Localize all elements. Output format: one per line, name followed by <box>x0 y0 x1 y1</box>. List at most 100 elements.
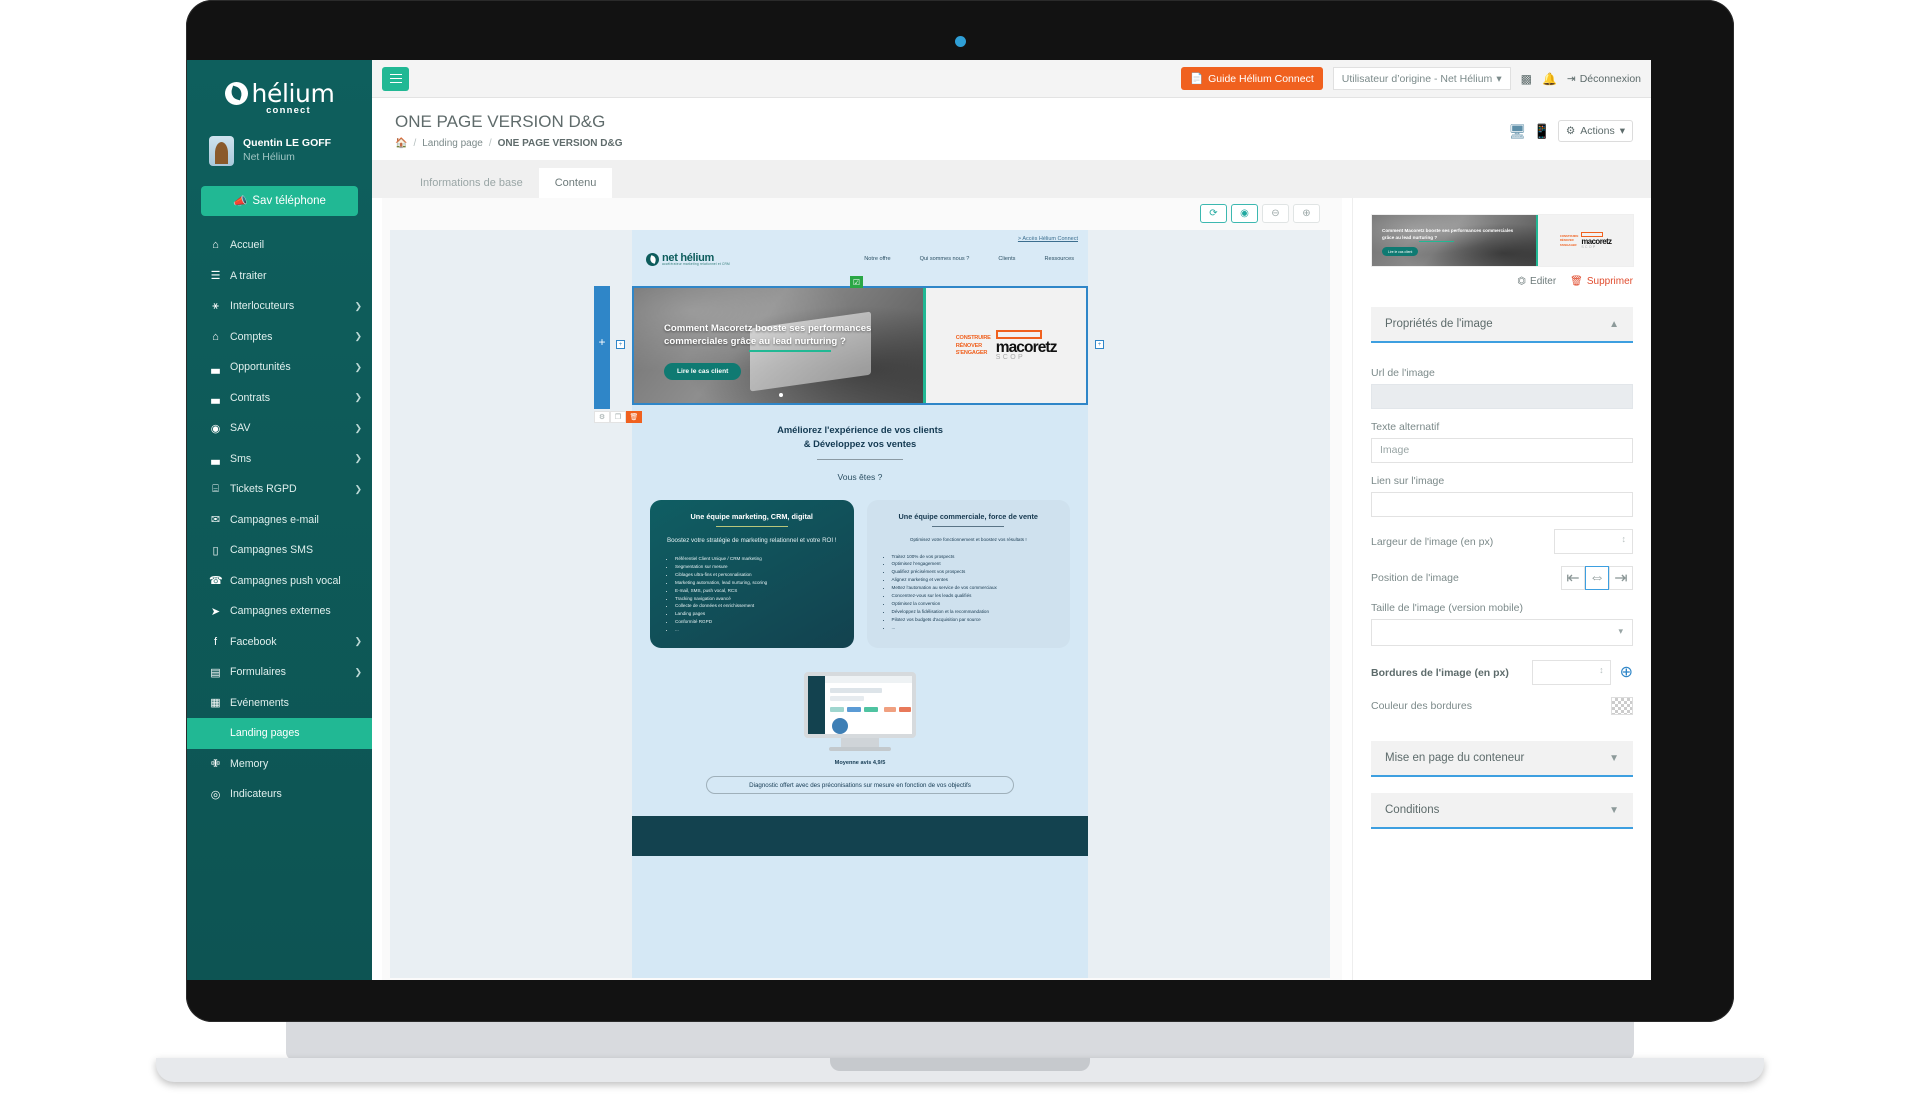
url-input[interactable] <box>1371 384 1633 409</box>
sidebar-item-a-traiter[interactable]: ☰ A traiter <box>187 261 372 292</box>
align-right-button[interactable]: ⇥ <box>1609 566 1633 590</box>
sidebar-item-indicateurs[interactable]: ◎ Indicateurs <box>187 779 372 810</box>
image-thumbnail[interactable]: Comment Macoretz booste ses performances… <box>1371 214 1634 267</box>
sidebar-item-accueil[interactable]: ⌂ Accueil <box>187 230 372 261</box>
desktop-preview-icon[interactable]: 🖥 <box>1509 123 1527 140</box>
breadcrumb-separator: / <box>413 138 417 149</box>
caret-down-icon: ▾ <box>1619 125 1625 137</box>
lp-card-marketing[interactable]: Une équipe marketing, CRM, digital Boost… <box>650 500 854 649</box>
lp-card-commercial[interactable]: Une équipe commerciale, force de vente O… <box>866 500 1070 649</box>
add-block-button[interactable]: + <box>594 330 610 354</box>
sidebar-item-ev-nements[interactable]: ▦ Evénements <box>187 688 372 719</box>
app-logo[interactable]: hélium connect <box>187 60 372 122</box>
menu-toggle-button[interactable] <box>382 66 409 91</box>
refresh-button[interactable]: ⟳ <box>1200 204 1227 223</box>
container-layout-header[interactable]: Mise en page du conteneur ▼ <box>1371 741 1633 777</box>
list-item: Marketing automation, lead nurturing, sc… <box>675 579 843 587</box>
sidebar-item-campagnes-e-mail[interactable]: ✉ Campagnes e-mail <box>187 505 372 536</box>
edit-image-button[interactable]: ⏣ Editer <box>1517 276 1556 287</box>
sidebar-item-opportunit-s[interactable]: ▃ Opportunités ❯ <box>187 352 372 383</box>
lp-menu-item[interactable]: Ressources <box>1044 256 1074 262</box>
position-button-group: ⇤ ⇔ ⇥ <box>1561 566 1633 590</box>
lp-menu-item[interactable]: Clients <box>998 256 1015 262</box>
lp-hero-cta[interactable]: Lire le cas client <box>664 363 742 380</box>
image-properties-header[interactable]: Propriétés de l'image ▲ <box>1371 307 1633 343</box>
zoom-in-button[interactable]: ⊕ <box>1293 204 1320 223</box>
actions-button[interactable]: ⚙ Actions ▾ <box>1557 120 1633 142</box>
logo-text: hélium <box>251 78 335 108</box>
zoom-out-button[interactable]: ⊖ <box>1262 204 1289 223</box>
block-settings-icon[interactable]: ⚙ <box>594 411 610 423</box>
brand-words: CONSTRUIRE RÉNOVER S'ENGAGER <box>956 335 991 356</box>
add-border-icon[interactable]: ⊕ <box>1620 664 1633 681</box>
lp-menu-item[interactable]: Qui sommes nous ? <box>920 256 970 262</box>
bell-icon[interactable]: 🔔 <box>1542 72 1557 86</box>
sidebar-item-sms[interactable]: ▃ Sms ❯ <box>187 444 372 475</box>
lp-nav: net hélium accélérateur marketing relati… <box>632 252 1088 266</box>
sidebar-item-contrats[interactable]: ▃ Contrats ❯ <box>187 383 372 414</box>
guide-button[interactable]: 📄 Guide Hélium Connect <box>1181 67 1323 90</box>
monitoring-icon[interactable]: ▩ <box>1521 72 1532 86</box>
tab-contenu[interactable]: Contenu <box>538 168 613 198</box>
block-duplicate-icon[interactable]: ❐ <box>610 411 626 423</box>
delete-image-button[interactable]: 🗑 Supprimer <box>1570 276 1633 287</box>
sidebar-item-label: Sms <box>230 452 252 465</box>
lp-hero-brand: CONSTRUIRE RÉNOVER S'ENGAGER macoretz SCOP <box>923 288 1086 403</box>
tab-informations-de-base[interactable]: Informations de base <box>404 168 539 198</box>
border-color-label: Couleur des bordures <box>1371 700 1472 712</box>
borders-stepper[interactable] <box>1531 660 1611 685</box>
breadcrumb-parent[interactable]: Landing page <box>422 138 483 149</box>
lp-diagnostic-pill[interactable]: Diagnostic offert avec des préconisation… <box>706 776 1014 795</box>
mobile-size-select[interactable] <box>1371 619 1633 646</box>
card-title: Une équipe marketing, CRM, digital <box>690 512 813 522</box>
carousel-dot-icon[interactable] <box>778 393 783 397</box>
link-input[interactable] <box>1371 492 1633 517</box>
lp-logo[interactable]: net hélium accélérateur marketing relati… <box>646 252 730 266</box>
user-org: Net Hélium <box>243 151 295 163</box>
mobile-preview-icon[interactable]: 📱 <box>1533 123 1550 140</box>
lp-access-link[interactable]: > Accès Hélium Connect <box>1018 236 1078 242</box>
user-origin-select[interactable]: Utilisateur d’origine - Net Hélium ▾ <box>1332 67 1511 90</box>
landing-page-preview[interactable]: > Accès Hélium Connect net hélium accélé… <box>594 230 1104 978</box>
list-item: Ciblages ultra-fins et personnalisation <box>675 571 843 579</box>
list-item: Qualifiez précisément vos prospects <box>892 568 1060 576</box>
sidebar-item-campagnes-externes[interactable]: ➤ Campagnes externes <box>187 596 372 627</box>
list-icon: ☰ <box>210 270 221 283</box>
canvas[interactable]: > Accès Hélium Connect net hélium accélé… <box>390 230 1330 978</box>
logout-button[interactable]: ⇥ Déconnexion <box>1567 73 1641 85</box>
megaphone-icon: 📣 <box>233 196 248 208</box>
building-icon: ⌂ <box>212 330 219 343</box>
align-left-button[interactable]: ⇤ <box>1561 566 1585 590</box>
sidebar-item-formulaires[interactable]: ▤ Formulaires ❯ <box>187 657 372 688</box>
sidebar-item-tickets-rgpd[interactable]: ⌸ Tickets RGPD ❯ <box>187 474 372 505</box>
border-color-row: Couleur des bordures <box>1371 697 1633 715</box>
lifebuoy-icon: ◉ <box>210 422 221 435</box>
sidebar-user[interactable]: Quentin LE GOFF Net Hélium <box>187 122 372 180</box>
helium-logo-icon <box>224 81 248 105</box>
lp-hero-block[interactable]: + + + ☑ ⚙ ❐ 🗑 Comment Macoretz booste se… <box>594 276 1104 423</box>
zoom-in-icon: ⊕ <box>1302 208 1311 219</box>
sidebar-item-sav[interactable]: ◉ SAV ❯ <box>187 413 372 444</box>
sidebar-item-comptes[interactable]: ⌂ Comptes ❯ <box>187 322 372 353</box>
align-center-button[interactable]: ⇔ <box>1585 566 1609 590</box>
alt-input[interactable]: Image <box>1371 438 1633 463</box>
home-icon[interactable]: 🏠 <box>395 138 407 149</box>
lp-menu-item[interactable]: Notre offre <box>864 256 890 262</box>
resize-handle-left[interactable]: + <box>616 340 625 349</box>
border-color-swatch[interactable] <box>1611 697 1633 715</box>
block-delete-icon[interactable]: 🗑 <box>626 411 642 423</box>
sidebar-item-interlocuteurs[interactable]: ⚹ Interlocuteurs ❯ <box>187 291 372 322</box>
sidebar-item-campagnes-push-vocal[interactable]: ☎ Campagnes push vocal <box>187 566 372 597</box>
eye-button[interactable]: ◉ <box>1231 204 1258 223</box>
conditions-header[interactable]: Conditions ▼ <box>1371 793 1633 829</box>
crop-icon: ⏣ <box>1517 276 1527 287</box>
sidebar-item-landing-pages[interactable]: Landing pages <box>187 718 372 749</box>
resize-handle-right[interactable]: + <box>1095 340 1104 349</box>
phone-icon: ☎ <box>209 575 223 588</box>
page-title: ONE PAGE VERSION D&G <box>395 112 606 131</box>
sidebar-item-memory[interactable]: ✙ Memory <box>187 749 372 780</box>
sidebar-item-campagnes-sms[interactable]: ▯ Campagnes SMS <box>187 535 372 566</box>
width-stepper[interactable] <box>1554 529 1633 554</box>
sav-telephone-button[interactable]: 📣 Sav téléphone <box>201 186 358 216</box>
sidebar-item-facebook[interactable]: f Facebook ❯ <box>187 627 372 658</box>
